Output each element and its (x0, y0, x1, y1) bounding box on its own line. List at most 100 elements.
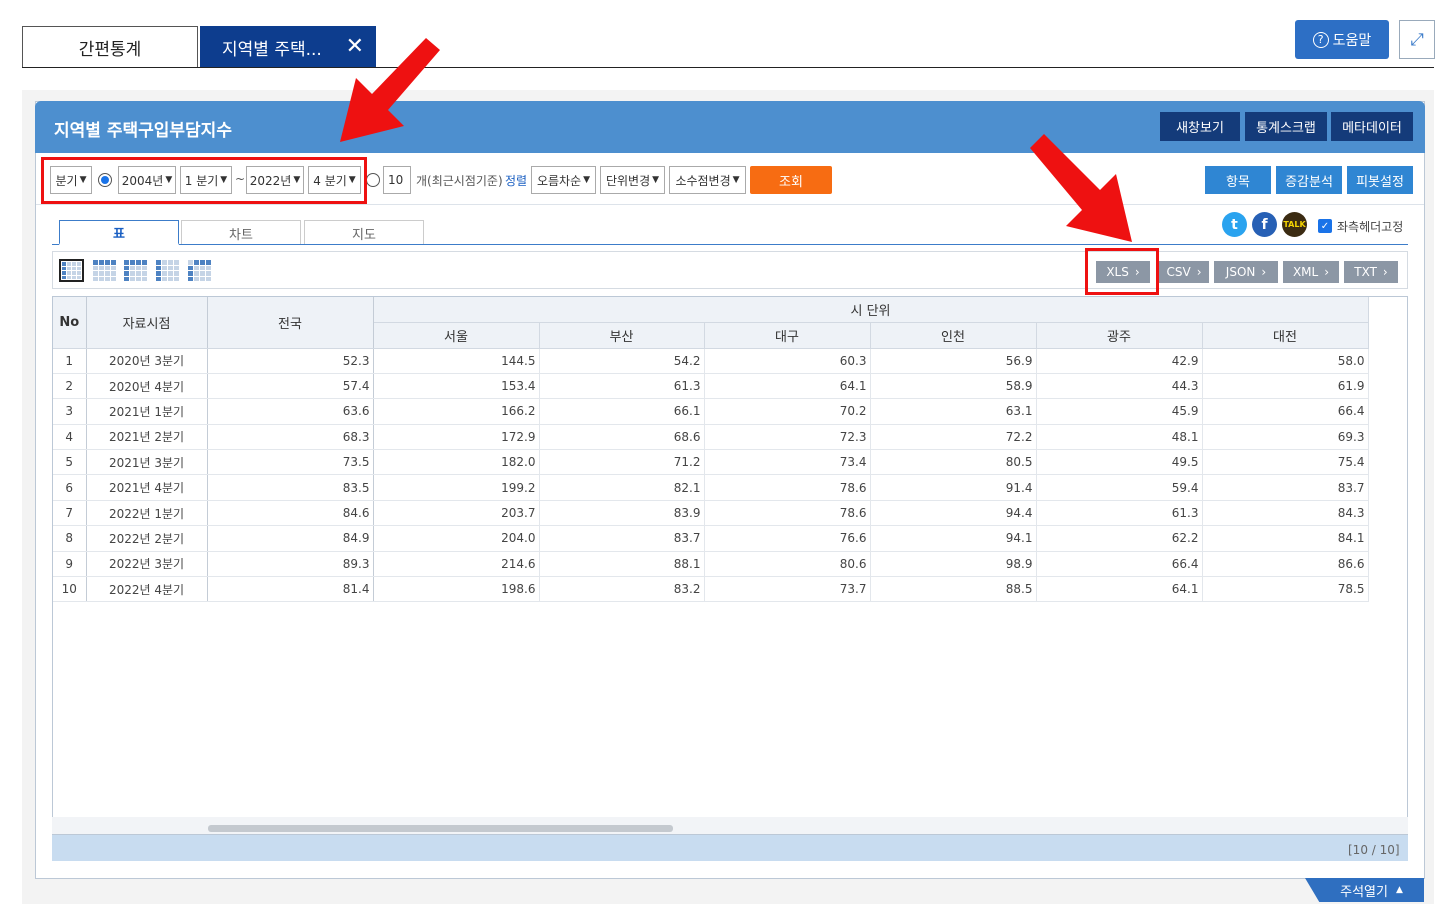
layout-4-icon[interactable] (155, 259, 180, 282)
cell-period: 2021년 4분기 (86, 474, 208, 501)
cell-value: 214.6 (373, 551, 540, 578)
layout-3-icon[interactable] (123, 259, 148, 282)
table-row: 2 2020년 4분기 57.4 153.4 61.3 64.1 58.9 44.3 61.9 (53, 373, 1369, 400)
red-arrow-icon (1030, 134, 1132, 242)
cell-value: 52.3 (207, 348, 374, 374)
cell-no: 10 (53, 576, 87, 603)
new-window-button[interactable]: 새창보기 (1160, 112, 1240, 141)
cell-value: 72.2 (870, 424, 1037, 451)
header-national: 전국 (207, 297, 374, 349)
download-csv-button[interactable]: CSV › (1159, 261, 1209, 283)
pivot-settings-button[interactable]: 피봇설정 (1347, 166, 1413, 194)
download-json-button[interactable]: JSON › (1214, 261, 1278, 283)
download-txt-button[interactable]: TXT › (1344, 261, 1398, 283)
cell-value: 82.1 (539, 474, 705, 501)
decimal-change-select[interactable]: 소수점변경 ▼ (669, 166, 746, 194)
question-icon: ? (1312, 31, 1329, 48)
cell-value: 84.6 (207, 500, 374, 527)
cell-no: 9 (53, 551, 87, 578)
header-city: 대구 (704, 322, 871, 349)
open-notes-button[interactable]: 주석열기 ▲ (1305, 878, 1424, 902)
scrollbar-thumb[interactable] (208, 825, 673, 832)
header-no: No (53, 297, 87, 349)
query-button[interactable]: 조회 (750, 166, 832, 194)
tab-simple-label: 간편통계 (78, 40, 142, 60)
help-button[interactable]: ? 도움말 (1295, 20, 1389, 59)
cell-value: 62.2 (1036, 525, 1203, 552)
cell-no: 5 (53, 449, 87, 476)
cell-value: 89.3 (207, 551, 374, 578)
tab-simple-stats[interactable]: 간편통계 (22, 26, 198, 68)
cell-value: 88.5 (870, 576, 1037, 603)
unit-change-select[interactable]: 단위변경 ▼ (600, 166, 665, 194)
table-row: 4 2021년 2분기 68.3 172.9 68.6 72.3 72.2 48.1 69.3 (53, 424, 1369, 451)
cell-period: 2022년 4분기 (86, 576, 208, 603)
cell-value: 94.4 (870, 500, 1037, 527)
items-button[interactable]: 항목 (1205, 166, 1271, 194)
header-city: 부산 (539, 322, 705, 349)
cell-value: 64.1 (1036, 576, 1203, 603)
cell-period: 2021년 3분기 (86, 449, 208, 476)
data-table: No 자료시점 전국 시 단위 서울 부산 대구 인천 광주 대전 1 2020년… (53, 297, 1369, 603)
cell-value: 73.4 (704, 449, 871, 476)
kakaotalk-icon[interactable]: TALK (1282, 212, 1307, 237)
cell-value: 56.9 (870, 348, 1037, 374)
cell-value: 172.9 (373, 424, 540, 451)
cell-value: 68.3 (207, 424, 374, 451)
cell-value: 73.5 (207, 449, 374, 476)
cell-no: 1 (53, 348, 87, 374)
metadata-button[interactable]: 메타데이터 (1331, 112, 1413, 141)
cell-value: 70.2 (704, 398, 871, 425)
cell-value: 98.9 (870, 551, 1037, 578)
tab-divider (22, 67, 1434, 68)
header-city: 대전 (1202, 322, 1369, 349)
cell-value: 73.7 (704, 576, 871, 603)
stats-scrap-button[interactable]: 통계스크랩 (1245, 112, 1327, 141)
red-arrow-icon (340, 38, 440, 142)
layout-2-icon[interactable] (92, 259, 117, 282)
cell-value: 84.9 (207, 525, 374, 552)
table-row: 10 2022년 4분기 81.4 198.6 83.2 73.7 88.5 64.1 78.5 (53, 576, 1369, 603)
radio-recent[interactable] (366, 173, 380, 187)
data-grid: No 자료시점 전국 시 단위 서울 부산 대구 인천 광주 대전 1 2020년… (52, 296, 1408, 835)
cell-value: 61.3 (1036, 500, 1203, 527)
cell-no: 6 (53, 474, 87, 501)
layout-5-icon[interactable] (187, 259, 212, 282)
decimal-change-value: 소수점변경 (675, 173, 731, 188)
cell-value: 153.4 (373, 373, 540, 400)
cell-period: 2022년 2분기 (86, 525, 208, 552)
tab-map[interactable]: 지도 (304, 220, 424, 245)
layout-1-icon[interactable] (59, 259, 84, 282)
cell-value: 84.1 (1202, 525, 1369, 552)
tab-table[interactable]: 표 (59, 220, 179, 245)
cell-value: 83.2 (539, 576, 705, 603)
cell-value: 199.2 (373, 474, 540, 501)
chevron-down-icon: ▼ (652, 175, 660, 185)
sort-order-value: 오름차순 (536, 173, 582, 188)
cell-value: 42.9 (1036, 348, 1203, 374)
sort-order-select[interactable]: 오름차순 ▼ (531, 166, 596, 194)
cell-value: 68.6 (539, 424, 705, 451)
cell-value: 86.6 (1202, 551, 1369, 578)
download-xml-button[interactable]: XML › (1283, 261, 1339, 283)
twitter-icon[interactable]: t (1222, 212, 1247, 237)
tab-chart[interactable]: 차트 (181, 220, 301, 245)
chevron-right-icon: › (1324, 265, 1330, 279)
recent-label: 개(최근시점기준) (416, 174, 503, 188)
fix-header-checkbox[interactable]: ✓ (1318, 219, 1332, 233)
cell-value: 63.6 (207, 398, 374, 425)
cell-period: 2021년 1분기 (86, 398, 208, 425)
recent-count-input[interactable]: 10 (383, 166, 411, 194)
change-analysis-button[interactable]: 증감분석 (1276, 166, 1342, 194)
cell-value: 88.1 (539, 551, 705, 578)
cell-value: 61.3 (539, 373, 705, 400)
expand-icon[interactable]: ⤢ (1399, 20, 1435, 59)
cell-value: 44.3 (1036, 373, 1203, 400)
highlight-box-period-range (41, 157, 367, 204)
cell-no: 2 (53, 373, 87, 400)
cell-value: 83.7 (1202, 474, 1369, 501)
cell-period: 2021년 2분기 (86, 424, 208, 451)
cell-value: 45.9 (1036, 398, 1203, 425)
facebook-icon[interactable]: f (1252, 212, 1277, 237)
cell-no: 4 (53, 424, 87, 451)
